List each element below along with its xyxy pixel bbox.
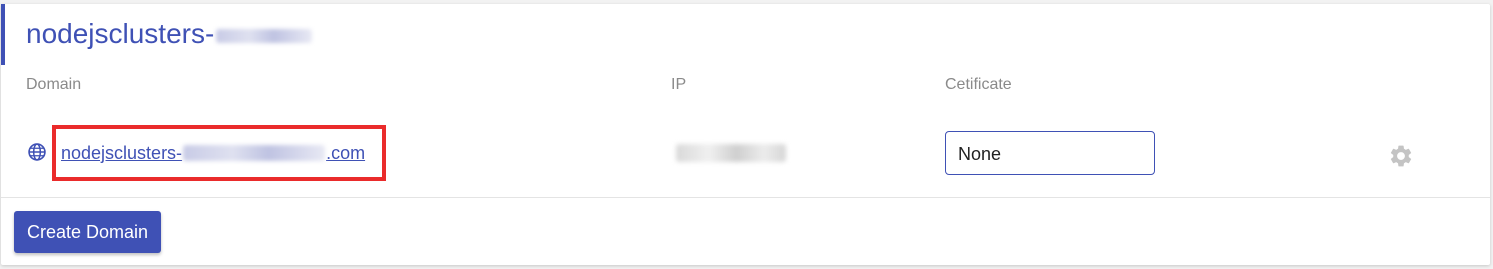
domain-link-suffix: .com <box>326 143 366 163</box>
cluster-title: nodejsclusters- <box>26 18 313 50</box>
column-header-ip: IP <box>671 76 687 93</box>
column-header-certificate: Cetificate <box>945 76 1012 93</box>
certificate-select[interactable]: None <box>945 131 1155 175</box>
redacted-cluster-suffix <box>216 28 313 43</box>
column-header-domain: Domain <box>26 76 82 93</box>
cluster-title-text: nodejsclusters- <box>26 18 215 49</box>
redacted-ip-address <box>676 144 786 162</box>
globe-icon <box>28 143 46 161</box>
domain-link-prefix: nodejsclusters- <box>61 143 183 163</box>
redacted-domain-part <box>183 145 326 161</box>
cluster-card: nodejsclusters- Domain IP Cetificate nod… <box>1 4 1490 265</box>
create-domain-button[interactable]: Create Domain <box>14 211 162 253</box>
title-accent-bar <box>1 4 5 65</box>
domain-link[interactable]: nodejsclusters- .com <box>61 143 365 164</box>
row-divider <box>1 197 1490 198</box>
gear-icon[interactable] <box>1388 143 1414 169</box>
